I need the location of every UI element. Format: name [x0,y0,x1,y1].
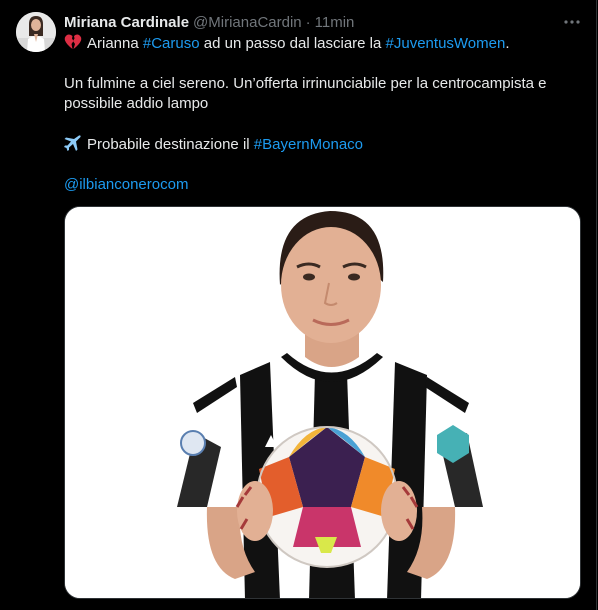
tweet-text: Arianna #Caruso ad un passo dal lasciare… [64,33,584,195]
hashtag-link[interactable]: #Caruso [143,35,200,52]
more-horizontal-icon[interactable] [562,12,582,32]
tweet-card[interactable]: Miriana Cardinale @MirianaCardin · 11min… [0,0,598,610]
divider [596,0,597,610]
tweet-text-segment: ad un passo dal lasciare la [199,35,386,52]
author-name[interactable]: Miriana Cardinale [64,14,189,31]
tweet-media-image[interactable] [64,206,581,599]
tweet-header: Miriana Cardinale @MirianaCardin · 11min [64,12,582,32]
tweet-line-2: Un fulmine a ciel sereno. Un’offerta irr… [64,75,547,92]
avatar[interactable] [16,12,56,52]
broken-heart-icon [64,33,82,51]
author-handle[interactable]: @MirianaCardin [193,14,302,31]
tweet-text-segment: Arianna [87,35,143,52]
tweet-line-3: possibile addio lampo [64,95,209,112]
tweet-text-segment: Probabile destinazione il [87,136,254,153]
tweet-line-1: Arianna #Caruso ad un passo dal lasciare… [64,33,584,54]
tweet-text-segment: . [505,35,510,52]
mention-link[interactable]: @ilbianconerocom [64,176,188,193]
hashtag-link[interactable]: #BayernMonaco [254,136,363,153]
hashtag-link[interactable]: #JuventusWomen [386,35,506,52]
tweet-line-4: Probabile destinazione il #BayernMonaco [64,134,584,155]
airplane-icon [64,134,82,152]
separator-dot: · [305,13,311,31]
timestamp[interactable]: 11min [315,14,355,31]
tweet-line-5: @ilbianconerocom [64,175,584,195]
